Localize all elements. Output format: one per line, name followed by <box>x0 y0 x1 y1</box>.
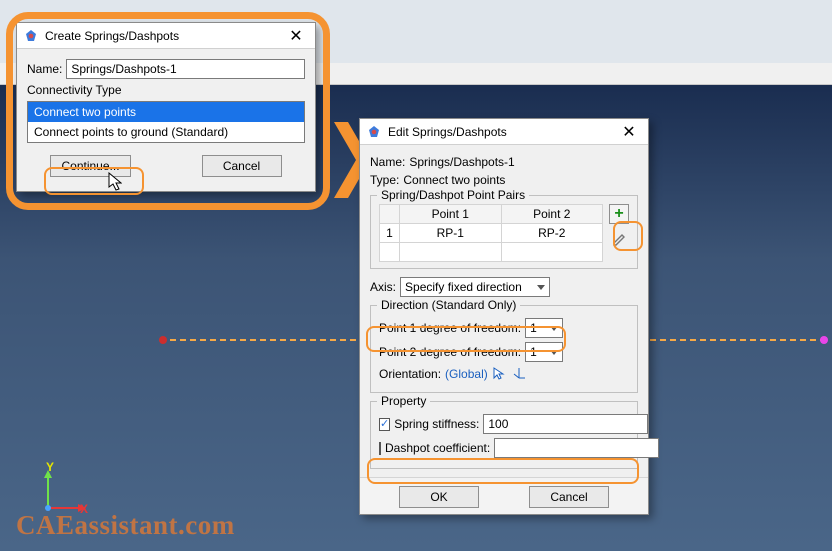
axis-label: Axis: <box>370 280 396 294</box>
dialog-titlebar[interactable]: Create Springs/Dashpots ✕ <box>17 23 315 49</box>
col-point2: Point 2 <box>501 205 603 224</box>
table-row[interactable]: 1 RP-1 RP-2 <box>380 224 603 243</box>
spring-stiffness-label: Spring stiffness: <box>394 417 479 431</box>
cancel-button[interactable]: Cancel <box>529 486 609 508</box>
cursor-icon <box>108 172 122 192</box>
dashpot-coeff-label: Dashpot coefficient: <box>385 441 490 455</box>
edit-pair-icon[interactable] <box>609 230 629 250</box>
node-rp1[interactable] <box>159 336 167 344</box>
cancel-button[interactable]: Cancel <box>202 155 282 177</box>
watermark-text: CAEassistant.com <box>16 510 235 541</box>
viewport: Y X CAEassistant.com Create Springs/Dash… <box>0 0 832 551</box>
dof2-label: Point 2 degree of freedom: <box>379 345 521 359</box>
property-legend: Property <box>377 394 430 408</box>
name-input[interactable] <box>66 59 305 79</box>
spring-stiffness-checkbox[interactable] <box>379 418 390 431</box>
dof1-label: Point 1 degree of freedom: <box>379 321 521 335</box>
csys-icon[interactable] <box>512 366 528 382</box>
direction-group: Direction (Standard Only) Point 1 degree… <box>370 305 638 393</box>
axis-select[interactable]: Specify fixed direction <box>400 277 550 297</box>
col-point1: Point 1 <box>400 205 502 224</box>
option-connect-two-points[interactable]: Connect two points <box>28 102 304 122</box>
name-label: Name: <box>370 155 405 169</box>
property-group: Property Spring stiffness: Dashpot coeff… <box>370 401 638 469</box>
pick-cursor-icon[interactable] <box>492 366 508 382</box>
axis-y-label: Y <box>46 460 54 474</box>
create-springs-dialog: Create Springs/Dashpots ✕ Name: Connecti… <box>16 22 316 192</box>
type-label: Type: <box>370 173 399 187</box>
spring-stiffness-input[interactable] <box>483 414 648 434</box>
option-connect-to-ground[interactable]: Connect points to ground (Standard) <box>28 122 304 142</box>
name-value: Springs/Dashpots-1 <box>409 155 514 169</box>
app-icon <box>366 124 382 140</box>
orientation-value: (Global) <box>445 367 488 381</box>
point-pairs-group: Spring/Dashpot Point Pairs Point 1 Point… <box>370 195 638 269</box>
node-rp2[interactable] <box>820 336 828 344</box>
close-icon[interactable]: ✕ <box>616 122 642 142</box>
dialog-titlebar[interactable]: Edit Springs/Dashpots ✕ <box>360 119 648 145</box>
edit-springs-dialog: Edit Springs/Dashpots ✕ Name: Springs/Da… <box>359 118 649 515</box>
point-pairs-table[interactable]: Point 1 Point 2 1 RP-1 RP-2 <box>379 204 603 262</box>
app-icon <box>23 28 39 44</box>
direction-legend: Direction (Standard Only) <box>377 298 520 312</box>
dof1-select[interactable]: 1 <box>525 318 563 338</box>
dashpot-coeff-checkbox[interactable] <box>379 442 381 455</box>
ok-button[interactable]: OK <box>399 486 479 508</box>
connectivity-listbox[interactable]: Connect two points Connect points to gro… <box>27 101 305 143</box>
add-pair-button[interactable]: + <box>609 204 629 224</box>
orientation-label: Orientation: <box>379 367 441 381</box>
row-index: 1 <box>380 224 400 243</box>
dialog-title: Edit Springs/Dashpots <box>388 125 616 139</box>
dof2-select[interactable]: 1 <box>525 342 563 362</box>
axis-value: Specify fixed direction <box>405 280 522 294</box>
table-row[interactable] <box>380 243 603 262</box>
dashpot-coeff-input[interactable] <box>494 438 659 458</box>
close-icon[interactable]: ✕ <box>283 26 309 46</box>
col-rownum <box>380 205 400 224</box>
dof2-value: 1 <box>530 345 537 359</box>
cell-point1[interactable]: RP-1 <box>400 224 502 243</box>
dialog-title: Create Springs/Dashpots <box>45 29 283 43</box>
point-pairs-legend: Spring/Dashpot Point Pairs <box>377 188 529 202</box>
cell-point2[interactable]: RP-2 <box>501 224 603 243</box>
dof1-value: 1 <box>530 321 537 335</box>
type-value: Connect two points <box>403 173 505 187</box>
name-label: Name: <box>27 62 62 76</box>
connectivity-type-label: Connectivity Type <box>27 83 122 97</box>
